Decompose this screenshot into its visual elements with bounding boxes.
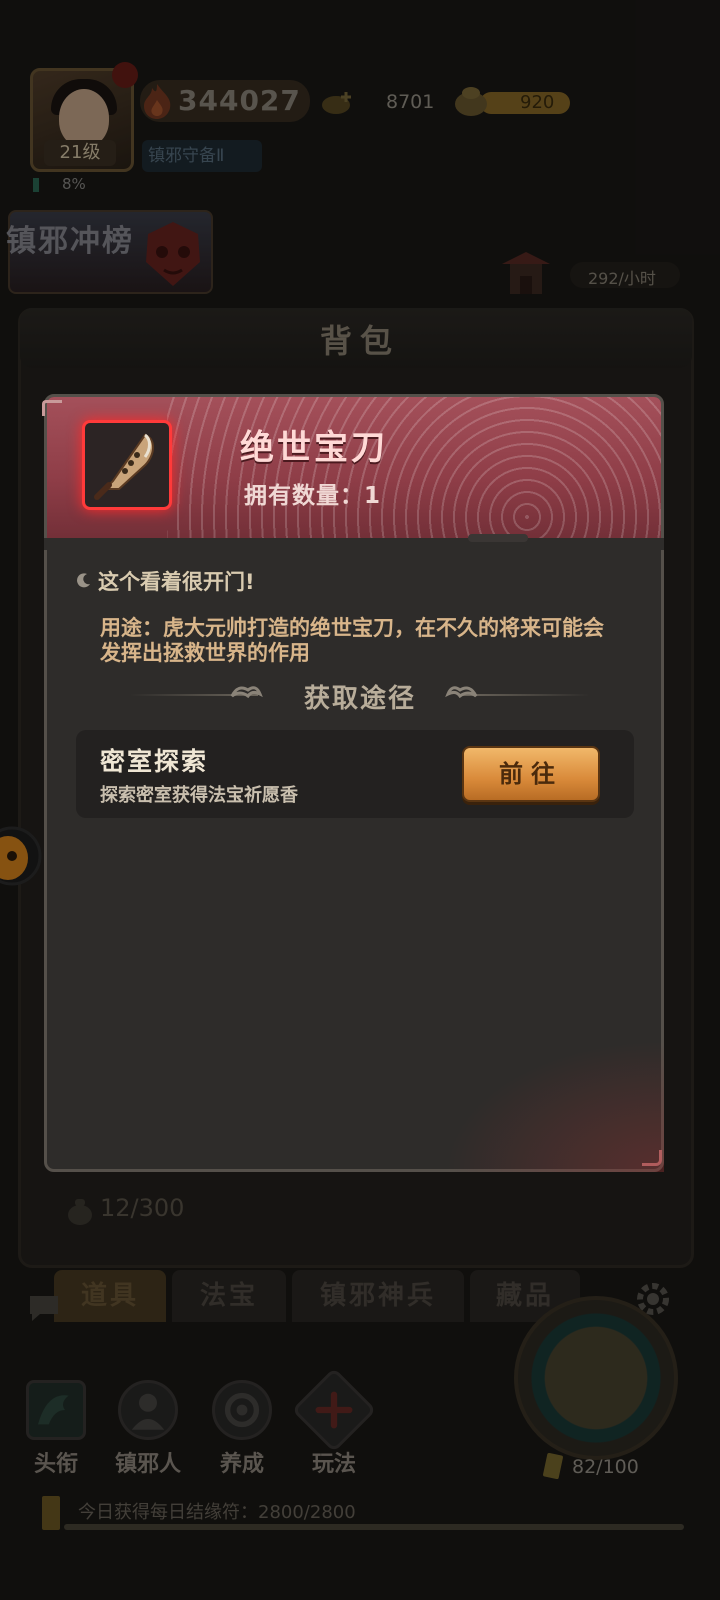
nav-develop-label: 养成 — [219, 1452, 264, 1477]
bagua-compass-button[interactable] — [514, 1296, 678, 1460]
nav-develop[interactable]: 养成 — [196, 1380, 288, 1477]
crossed-swords-icon — [291, 1367, 377, 1453]
item-flavor-text: 这个看着很开门! — [98, 570, 255, 594]
daily-talisman-text: 今日获得每日结缘符：2800/2800 — [78, 1502, 356, 1523]
tab-items[interactable]: 道具 — [54, 1270, 166, 1322]
income-rate: 292/小时 — [588, 269, 656, 288]
side-pet-icon[interactable] — [0, 818, 44, 894]
item-icon-slot — [82, 420, 172, 510]
talisman-icon — [543, 1452, 563, 1480]
chat-icon[interactable] — [26, 1290, 62, 1324]
person-icon — [118, 1380, 178, 1440]
tab-divine-weapons[interactable]: 镇邪神兵 — [292, 1270, 464, 1322]
power-value: 344027 — [178, 84, 301, 117]
coin-add-icon[interactable] — [320, 88, 356, 118]
corner-ornament-icon — [42, 400, 62, 416]
corner-ornament-icon — [642, 1150, 662, 1166]
dragon-icon — [26, 1380, 86, 1440]
item-own-count: 拥有数量：1 — [244, 483, 382, 509]
rank-banner-label: 镇邪冲榜 — [6, 224, 134, 259]
flame-icon — [144, 84, 171, 119]
bag-title: 背包 — [319, 322, 400, 360]
nav-gameplay-label: 玩法 — [311, 1452, 356, 1477]
money-bag-icon[interactable] — [452, 84, 490, 118]
go-button[interactable]: 前往 — [462, 746, 600, 802]
source-description: 探索密室获得法宝祈愿香 — [100, 785, 298, 806]
daily-progress-bar — [64, 1524, 684, 1530]
nav-exorcist-label: 镇邪人 — [114, 1452, 181, 1477]
level-badge: 21级 — [44, 140, 116, 166]
header-tab-line — [468, 534, 528, 542]
broadsword-icon — [94, 433, 154, 500]
tab-treasures[interactable]: 法宝 — [172, 1270, 286, 1322]
exp-percent: 8% — [62, 175, 86, 193]
crescent-icon — [77, 573, 90, 588]
source-heading: 获取途径 — [303, 684, 416, 714]
nav-gameplay[interactable]: 玩法 — [288, 1367, 380, 1477]
source-title: 密室探索 — [100, 747, 209, 776]
gold-value: 920 — [520, 92, 555, 113]
demon-mask-icon — [146, 222, 200, 286]
avatar-face — [59, 89, 109, 147]
item-name: 绝世宝刀 — [240, 428, 388, 468]
nav-title[interactable]: 头衔 — [10, 1380, 102, 1477]
exp-bar — [33, 178, 39, 192]
cloud-ornament-icon — [445, 686, 478, 699]
item-usage-text: 用途：虎大元帅打造的绝世宝刀，在不久的将来可能会发挥出拯救世界的作用 — [100, 616, 604, 665]
title-tag[interactable]: 镇邪守备Ⅱ — [142, 140, 262, 172]
energy-value: 82/100 — [572, 1456, 639, 1478]
header-divider — [44, 538, 664, 550]
nav-title-label: 头衔 — [33, 1452, 78, 1477]
nav-exorcist[interactable]: 镇邪人 — [102, 1380, 194, 1477]
pouch-icon — [68, 1199, 92, 1225]
bag-capacity: 12/300 — [100, 1194, 185, 1222]
notification-dot-icon — [112, 62, 138, 88]
coin-value: 8701 — [386, 91, 435, 113]
swirl-icon — [212, 1380, 272, 1440]
shrine-icon[interactable] — [500, 248, 552, 298]
charm-icon — [42, 1496, 60, 1530]
